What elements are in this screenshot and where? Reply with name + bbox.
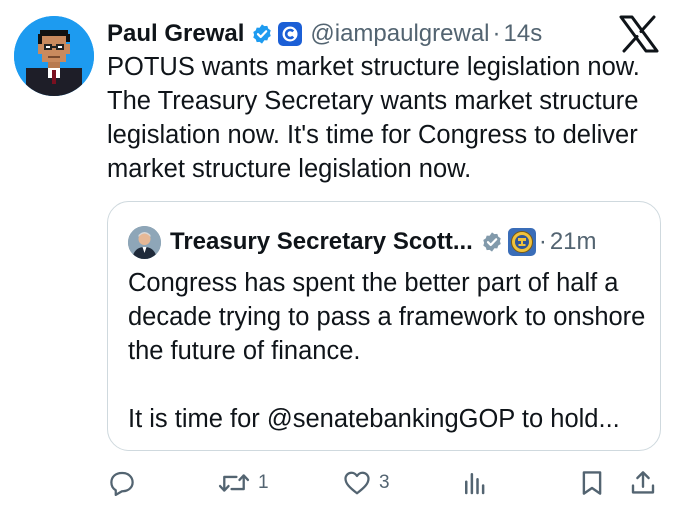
reply-icon (110, 471, 134, 496)
separator-dot: · (492, 20, 501, 47)
retweet-button[interactable]: 1 (217, 466, 269, 500)
tweet-text: POTUS wants market structure legislation… (107, 53, 640, 183)
quoted-tweet-text: Congress has spent the better part of ha… (128, 266, 648, 436)
author-name[interactable]: Paul Grewal (107, 20, 244, 48)
author-handle[interactable]: @iampaulgrewal (310, 20, 489, 48)
quoted-author-name[interactable]: Treasury Secretary Scott... (170, 228, 473, 256)
retweet-count: 1 (258, 472, 269, 493)
separator-dot: · (538, 228, 547, 255)
views-icon (465, 473, 485, 495)
gray-verified-badge-icon (481, 231, 503, 253)
tweet-header: Paul Grewal @iampaulgrewal · 14s (107, 15, 679, 53)
quoted-tweet-header: Treasury Secretary Scott... · 21m (128, 222, 650, 262)
coinbase-logo-icon[interactable] (278, 22, 303, 46)
reply-button[interactable] (107, 466, 137, 500)
share-icon (631, 471, 655, 494)
retweet-icon (218, 474, 250, 492)
like-count: 3 (379, 472, 390, 493)
quoted-tweet-paragraph: It is time for @senatebankingGOP to hold… (128, 405, 620, 433)
heart-icon (344, 471, 370, 495)
quoted-tweet-paragraph: Congress has spent the better part of ha… (128, 269, 646, 365)
x-logo-icon (619, 15, 659, 53)
verified-badge-icon (251, 23, 273, 45)
share-button[interactable] (628, 466, 658, 500)
quoted-tweet-timestamp[interactable]: 21m (550, 228, 597, 256)
author-avatar[interactable] (14, 16, 94, 96)
person-portrait-icon (128, 225, 161, 259)
treasury-seal-icon[interactable] (507, 228, 536, 256)
tweet-timestamp[interactable]: 14s (504, 20, 543, 48)
quoted-author-avatar (128, 225, 161, 259)
pixel-portrait-icon (14, 16, 94, 96)
bookmark-button[interactable] (577, 466, 607, 500)
like-button[interactable]: 3 (342, 466, 390, 500)
quoted-tweet-card[interactable]: Treasury Secretary Scott... · 21m Congre… (107, 201, 661, 451)
bookmark-icon (582, 471, 602, 495)
views-button[interactable] (460, 466, 490, 500)
